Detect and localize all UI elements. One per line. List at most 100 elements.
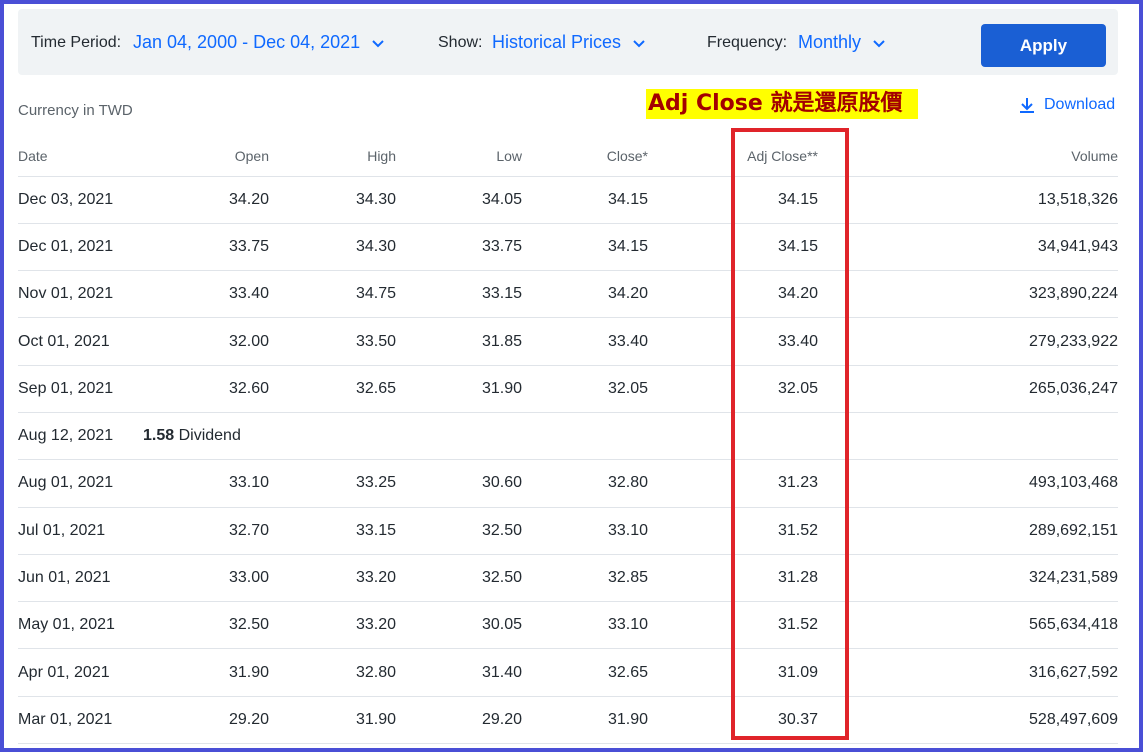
cell-high: 33.25 [269,459,396,508]
filter-toolbar: Time Period: Jan 04, 2000 - Dec 04, 2021… [18,9,1118,75]
cell-open: 33.00 [148,554,269,603]
cell-high: 34.30 [269,223,396,272]
cell-volume: 13,518,326 [818,176,1118,224]
cell-close: 32.85 [522,554,648,603]
chevron-down-icon [873,40,885,48]
cell-high: 33.50 [269,317,396,366]
table-row: Oct 01, 2021 32.00 33.50 31.85 33.40 33.40 279… [18,317,1118,366]
table-header-row: Date Open High Low Close* Adj Close** Vo… [18,136,1118,177]
show-label: Show: [438,34,483,51]
table-row: May 01, 2021 32.50 33.20 30.05 33.10 31.52 565… [18,601,1118,650]
cell-date: Mar 01, 2021 [18,696,148,745]
download-link[interactable]: Download [1018,96,1115,114]
cell-open: 32.00 [148,317,269,366]
table-row: Jul 01, 2021 32.70 33.15 32.50 33.10 31.52 289… [18,507,1118,555]
cell-low: 31.90 [396,365,522,413]
cell-date: Jun 01, 2021 [18,554,148,603]
chevron-down-icon [372,40,384,48]
table-row: Nov 01, 2021 33.40 34.75 33.15 34.20 34.20 323… [18,270,1118,319]
cell-low: 32.50 [396,507,522,555]
cell-open: 29.20 [148,696,269,745]
dividend-label: Dividend [174,427,241,445]
cell-high: 33.15 [269,507,396,555]
cell-volume: 323,890,224 [818,270,1118,319]
show-value: Historical Prices [492,32,622,52]
cell-volume: 493,103,468 [818,459,1118,508]
table-row: Apr 01, 2021 31.90 32.80 31.40 32.65 31.09 316… [18,648,1118,697]
frequency-value: Monthly [798,32,862,52]
header-date: Date [18,136,148,177]
time-period-dropdown[interactable]: Jan 04, 2000 - Dec 04, 2021 [133,32,385,53]
cell-volume: 279,233,922 [818,317,1118,366]
cell-open: 32.50 [148,601,269,650]
cell-date: Dec 01, 2021 [18,223,148,272]
header-close: Close* [522,136,648,177]
cell-volume: 528,497,609 [818,696,1118,745]
cell-date: Sep 01, 2021 [18,365,148,413]
cell-close: 33.10 [522,507,648,555]
cell-low: 31.40 [396,648,522,697]
cell-low: 33.15 [396,270,522,319]
cell-volume: 565,634,418 [818,601,1118,650]
cell-date: Dec 03, 2021 [18,176,148,224]
cell-low: 29.20 [396,696,522,745]
time-period-value: Jan 04, 2000 - Dec 04, 2021 [133,32,361,52]
cell-open: 33.75 [148,223,269,272]
cell-open: 33.40 [148,270,269,319]
dividend-amount: 1.58 [143,427,175,445]
dividend-cell: Aug 12, 2021 1.58 Dividend [18,412,1118,461]
header-open: Open [148,136,269,177]
cell-date: Apr 01, 2021 [18,648,148,697]
cell-high: 34.30 [269,176,396,224]
page-frame: Time Period: Jan 04, 2000 - Dec 04, 2021… [4,4,1139,748]
cell-low: 32.50 [396,554,522,603]
cell-volume: 324,231,589 [818,554,1118,603]
time-period-label: Time Period: [31,34,122,51]
table-row: Aug 01, 2021 33.10 33.25 30.60 32.80 31.23 493… [18,459,1118,508]
adj-close-highlight-box [731,128,849,740]
annotation-label: Adj Close 就是還原股價 [646,89,918,119]
chevron-down-icon [633,40,645,48]
cell-date: Oct 01, 2021 [18,317,148,366]
dividend-row: Aug 12, 2021 1.58 Dividend [18,412,1118,461]
cell-low: 30.05 [396,601,522,650]
cell-open: 31.90 [148,648,269,697]
cell-close: 34.20 [522,270,648,319]
cell-close: 34.15 [522,223,648,272]
cell-close: 33.40 [522,317,648,366]
cell-date: Nov 01, 2021 [18,270,148,319]
cell-date: Aug 01, 2021 [18,459,148,508]
cell-close: 34.15 [522,176,648,224]
table-row: Jun 01, 2021 33.00 33.20 32.50 32.85 31.28 324… [18,554,1118,603]
table-row: Sep 01, 2021 32.60 32.65 31.90 32.05 32.05 265… [18,365,1118,413]
cell-close: 31.90 [522,696,648,745]
header-high: High [269,136,396,177]
frequency-dropdown[interactable]: Monthly [798,32,886,53]
cell-high: 34.75 [269,270,396,319]
cell-low: 31.85 [396,317,522,366]
cell-volume: 34,941,943 [818,223,1118,272]
currency-note: Currency in TWD [18,102,133,119]
cell-high: 33.20 [269,601,396,650]
apply-button[interactable]: Apply [981,24,1106,67]
frequency-label: Frequency: [707,34,788,51]
cell-open: 32.70 [148,507,269,555]
header-volume: Volume [818,136,1118,177]
historical-prices-table: Date Open High Low Close* Adj Close** Vo… [18,136,1118,745]
cell-open: 34.20 [148,176,269,224]
cell-high: 33.20 [269,554,396,603]
cell-date: Jul 01, 2021 [18,507,148,555]
cell-high: 32.65 [269,365,396,413]
header-low: Low [396,136,522,177]
cell-close: 32.05 [522,365,648,413]
cell-low: 30.60 [396,459,522,508]
download-label: Download [1044,96,1116,113]
cell-close: 32.80 [522,459,648,508]
cell-open: 32.60 [148,365,269,413]
cell-high: 32.80 [269,648,396,697]
show-dropdown[interactable]: Historical Prices [492,32,646,53]
cell-date: May 01, 2021 [18,601,148,650]
cell-close: 33.10 [522,601,648,650]
cell-high: 31.90 [269,696,396,745]
dividend-date: Aug 12, 2021 [18,427,114,445]
